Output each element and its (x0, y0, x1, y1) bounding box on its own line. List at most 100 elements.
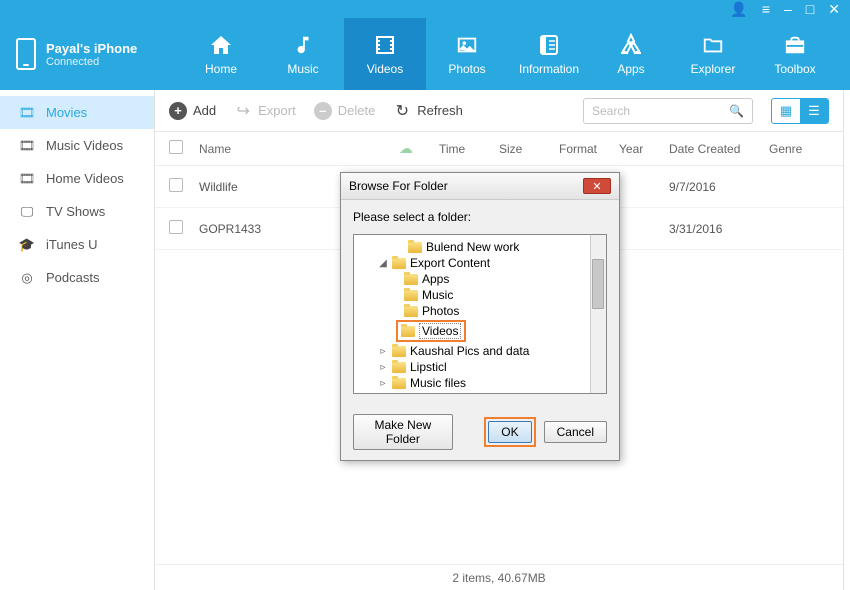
dialog-prompt: Please select a folder: (353, 210, 607, 224)
nav-videos-label: Videos (367, 62, 403, 76)
cancel-button[interactable]: Cancel (544, 421, 607, 443)
nav-toolbox[interactable]: Toolbox (754, 18, 836, 90)
information-icon (534, 32, 564, 58)
select-all-checkbox[interactable] (169, 140, 183, 154)
folder-icon (392, 258, 406, 269)
music-videos-icon: 🎞 (18, 139, 36, 153)
tree-label: Kaushal Pics and data (410, 344, 529, 358)
nav-explorer[interactable]: Explorer (672, 18, 754, 90)
sidebar-item-tv-shows[interactable]: 🖵 TV Shows (0, 195, 154, 228)
column-headers: Name ☁ Time Size Format Year Date Create… (155, 132, 843, 166)
dialog-titlebar[interactable]: Browse For Folder ✕ (341, 173, 619, 200)
nav-information[interactable]: Information (508, 18, 590, 90)
tree-label: Export Content (410, 256, 490, 270)
device-info: Payal's iPhone Connected (46, 41, 137, 68)
tree-item[interactable]: Photos (354, 303, 606, 319)
row-checkbox[interactable] (169, 178, 183, 192)
col-name[interactable]: Name (199, 142, 399, 156)
ok-highlight: OK (484, 417, 535, 447)
col-size[interactable]: Size (499, 142, 559, 156)
tree-label: Photos (422, 304, 459, 318)
nav-apps-label: Apps (617, 62, 644, 76)
movies-icon: 🎞 (18, 106, 36, 120)
grid-view-button[interactable]: ▦ (772, 99, 800, 123)
tree-item[interactable]: ▹ Kaushal Pics and data (354, 343, 606, 359)
tree-item[interactable]: Apps (354, 271, 606, 287)
export-label: Export (258, 103, 296, 118)
folder-icon (404, 306, 418, 317)
itunes-u-icon: 🎓 (18, 238, 36, 252)
col-format[interactable]: Format (559, 142, 619, 156)
tree-item[interactable]: ▹ Music files (354, 375, 606, 391)
folder-icon (401, 326, 415, 337)
device-status: Connected (46, 56, 137, 68)
nav-apps[interactable]: Apps (590, 18, 672, 90)
col-year[interactable]: Year (619, 142, 669, 156)
refresh-label: Refresh (417, 103, 463, 118)
view-toggle: ▦ ☰ (771, 98, 829, 124)
nav-music[interactable]: Music (262, 18, 344, 90)
sidebar-item-label: Music Videos (46, 138, 123, 153)
videos-icon (370, 32, 400, 58)
expand-icon[interactable]: ▹ (378, 378, 388, 389)
tv-icon: 🖵 (18, 205, 36, 219)
home-videos-icon: 🎞 (18, 172, 36, 186)
make-new-folder-button[interactable]: Make New Folder (353, 414, 453, 450)
tree-label: Music files (410, 376, 466, 390)
row-checkbox[interactable] (169, 220, 183, 234)
maximize-button[interactable]: □ (806, 1, 814, 17)
export-button[interactable]: ↪ Export (234, 102, 296, 120)
tree-item[interactable]: Music (354, 287, 606, 303)
minimize-button[interactable]: – (784, 1, 792, 17)
tree-label: Bulend New work (426, 240, 519, 254)
toolbar: + Add ↪ Export – Delete ↻ Refresh Search… (155, 90, 843, 132)
expand-icon[interactable]: ◢ (378, 258, 388, 269)
nav-toolbox-label: Toolbox (774, 62, 815, 76)
expand-icon[interactable]: ▹ (378, 346, 388, 357)
sidebar-item-label: Podcasts (46, 270, 99, 285)
folder-icon (404, 274, 418, 285)
nav-home[interactable]: Home (180, 18, 262, 90)
explorer-icon (698, 32, 728, 58)
col-time[interactable]: Time (439, 142, 499, 156)
search-input[interactable]: Search 🔍 (583, 98, 753, 124)
close-button[interactable]: ✕ (828, 1, 840, 18)
folder-icon (392, 346, 406, 357)
sidebar-item-label: TV Shows (46, 204, 105, 219)
dialog-buttons: Make New Folder OK Cancel (341, 404, 619, 460)
refresh-icon: ↻ (393, 102, 411, 120)
device-box[interactable]: Payal's iPhone Connected (0, 18, 180, 90)
plus-icon: + (169, 102, 187, 120)
search-icon: 🔍 (729, 104, 744, 118)
sidebar-item-music-videos[interactable]: 🎞 Music Videos (0, 129, 154, 162)
nav-photos[interactable]: Photos (426, 18, 508, 90)
export-icon: ↪ (234, 102, 252, 120)
tree-item[interactable]: ◢ Export Content (354, 255, 606, 271)
folder-icon (392, 362, 406, 373)
folder-tree[interactable]: Bulend New work ◢ Export Content Apps Mus… (353, 234, 607, 394)
menu-icon[interactable]: ≡ (762, 1, 770, 17)
expand-icon[interactable]: ▹ (378, 362, 388, 373)
tree-item[interactable]: ▹Lipsticl (354, 359, 606, 375)
col-date[interactable]: Date Created (669, 142, 769, 156)
nav-videos[interactable]: Videos (344, 18, 426, 90)
delete-button[interactable]: – Delete (314, 102, 376, 120)
user-icon[interactable]: 👤 (730, 1, 747, 18)
tree-scrollbar[interactable] (590, 235, 606, 393)
add-button[interactable]: + Add (169, 102, 216, 120)
list-view-button[interactable]: ☰ (800, 99, 828, 123)
col-genre[interactable]: Genre (769, 142, 829, 156)
sidebar-item-movies[interactable]: 🎞 Movies (0, 96, 154, 129)
tree-item-selected[interactable]: Videos (354, 319, 606, 343)
sidebar-item-podcasts[interactable]: ◎ Podcasts (0, 261, 154, 294)
sidebar-item-home-videos[interactable]: 🎞 Home Videos (0, 162, 154, 195)
col-cloud-icon[interactable]: ☁ (399, 140, 439, 157)
status-text: 2 items, 40.67MB (452, 571, 545, 585)
scrollbar-thumb[interactable] (592, 259, 604, 309)
dialog-close-button[interactable]: ✕ (583, 178, 611, 194)
sidebar-item-itunes-u[interactable]: 🎓 iTunes U (0, 228, 154, 261)
folder-icon (408, 242, 422, 253)
ok-button[interactable]: OK (488, 421, 531, 443)
refresh-button[interactable]: ↻ Refresh (393, 102, 463, 120)
tree-item[interactable]: Bulend New work (354, 239, 606, 255)
